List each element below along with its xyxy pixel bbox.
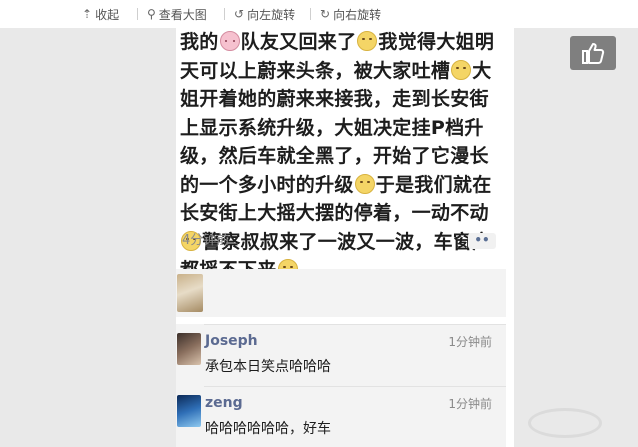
arrow-up-icon: ⇡ [82,7,93,21]
rotate-right-label: 向右旋转 [333,7,382,22]
comment-text: 承包本日笑点哈哈哈 [205,359,331,375]
avatar[interactable] [177,274,203,312]
comment-time: 1分钟前 [448,335,492,349]
watermark [520,402,638,447]
rotate-left-label: 向左旋转 [247,7,296,22]
view-large-label: 查看大图 [158,7,207,22]
comment-text: 哈哈哈哈哈哈，好车 [205,421,331,437]
post-meta: 4分钟前 •• [180,231,502,251]
likes-section [176,269,506,317]
comment-author[interactable]: zeng [205,394,243,412]
smile-emoji-icon [451,59,472,80]
thumbs-up-icon [582,43,605,64]
comments-section: Joseph 1分钟前 承包本日笑点哈哈哈 zeng 1分钟前 哈哈哈哈哈哈，好… [176,324,506,447]
search-icon: ⚲ [147,7,156,21]
toolbar-divider [137,8,138,20]
comment-time: 1分钟前 [448,397,492,411]
post-text-part: 队友又回来了 [240,31,357,53]
view-large-button[interactable]: ⚲ 查看大图 [147,6,207,22]
smile-emoji-icon [357,31,378,51]
rotate-left-icon: ↺ [234,7,245,21]
comment-author[interactable]: Joseph [205,332,258,350]
like-button[interactable] [570,36,616,70]
image-viewer-toolbar: ⇡ 收起 ⚲ 查看大图 ↺ 向左旋转 ↻ 向右旋转 [0,0,638,29]
rotate-right-icon: ↻ [320,7,331,21]
rotate-left-button[interactable]: ↺ 向左旋转 [234,6,295,22]
avatar[interactable] [177,395,201,427]
divider [204,324,506,325]
toolbar-divider [224,8,225,20]
rotate-right-button[interactable]: ↻ 向右旋转 [320,6,381,22]
toolbar-divider [310,8,311,20]
comment-item[interactable]: Joseph 1分钟前 承包本日笑点哈哈哈 [176,328,506,386]
divider [204,386,506,387]
collapse-button[interactable]: ⇡ 收起 [82,6,119,22]
pig-emoji-icon [219,31,240,51]
smile-emoji-icon [354,173,375,194]
post-text-part: 我的 [180,31,219,53]
moments-screenshot: 我的 队友又回来了 我觉得大姐明天可以上蔚来头条，被大家吐槽 大姐开着她的蔚来来接我，… [176,28,514,447]
watermark-ring [528,408,602,438]
collapse-label: 收起 [95,7,120,22]
more-button[interactable]: •• [468,233,496,249]
comment-item[interactable]: zeng 1分钟前 哈哈哈哈哈哈，好车 [176,390,506,447]
post-time: 4分钟前 [182,233,230,248]
avatar[interactable] [177,333,201,365]
